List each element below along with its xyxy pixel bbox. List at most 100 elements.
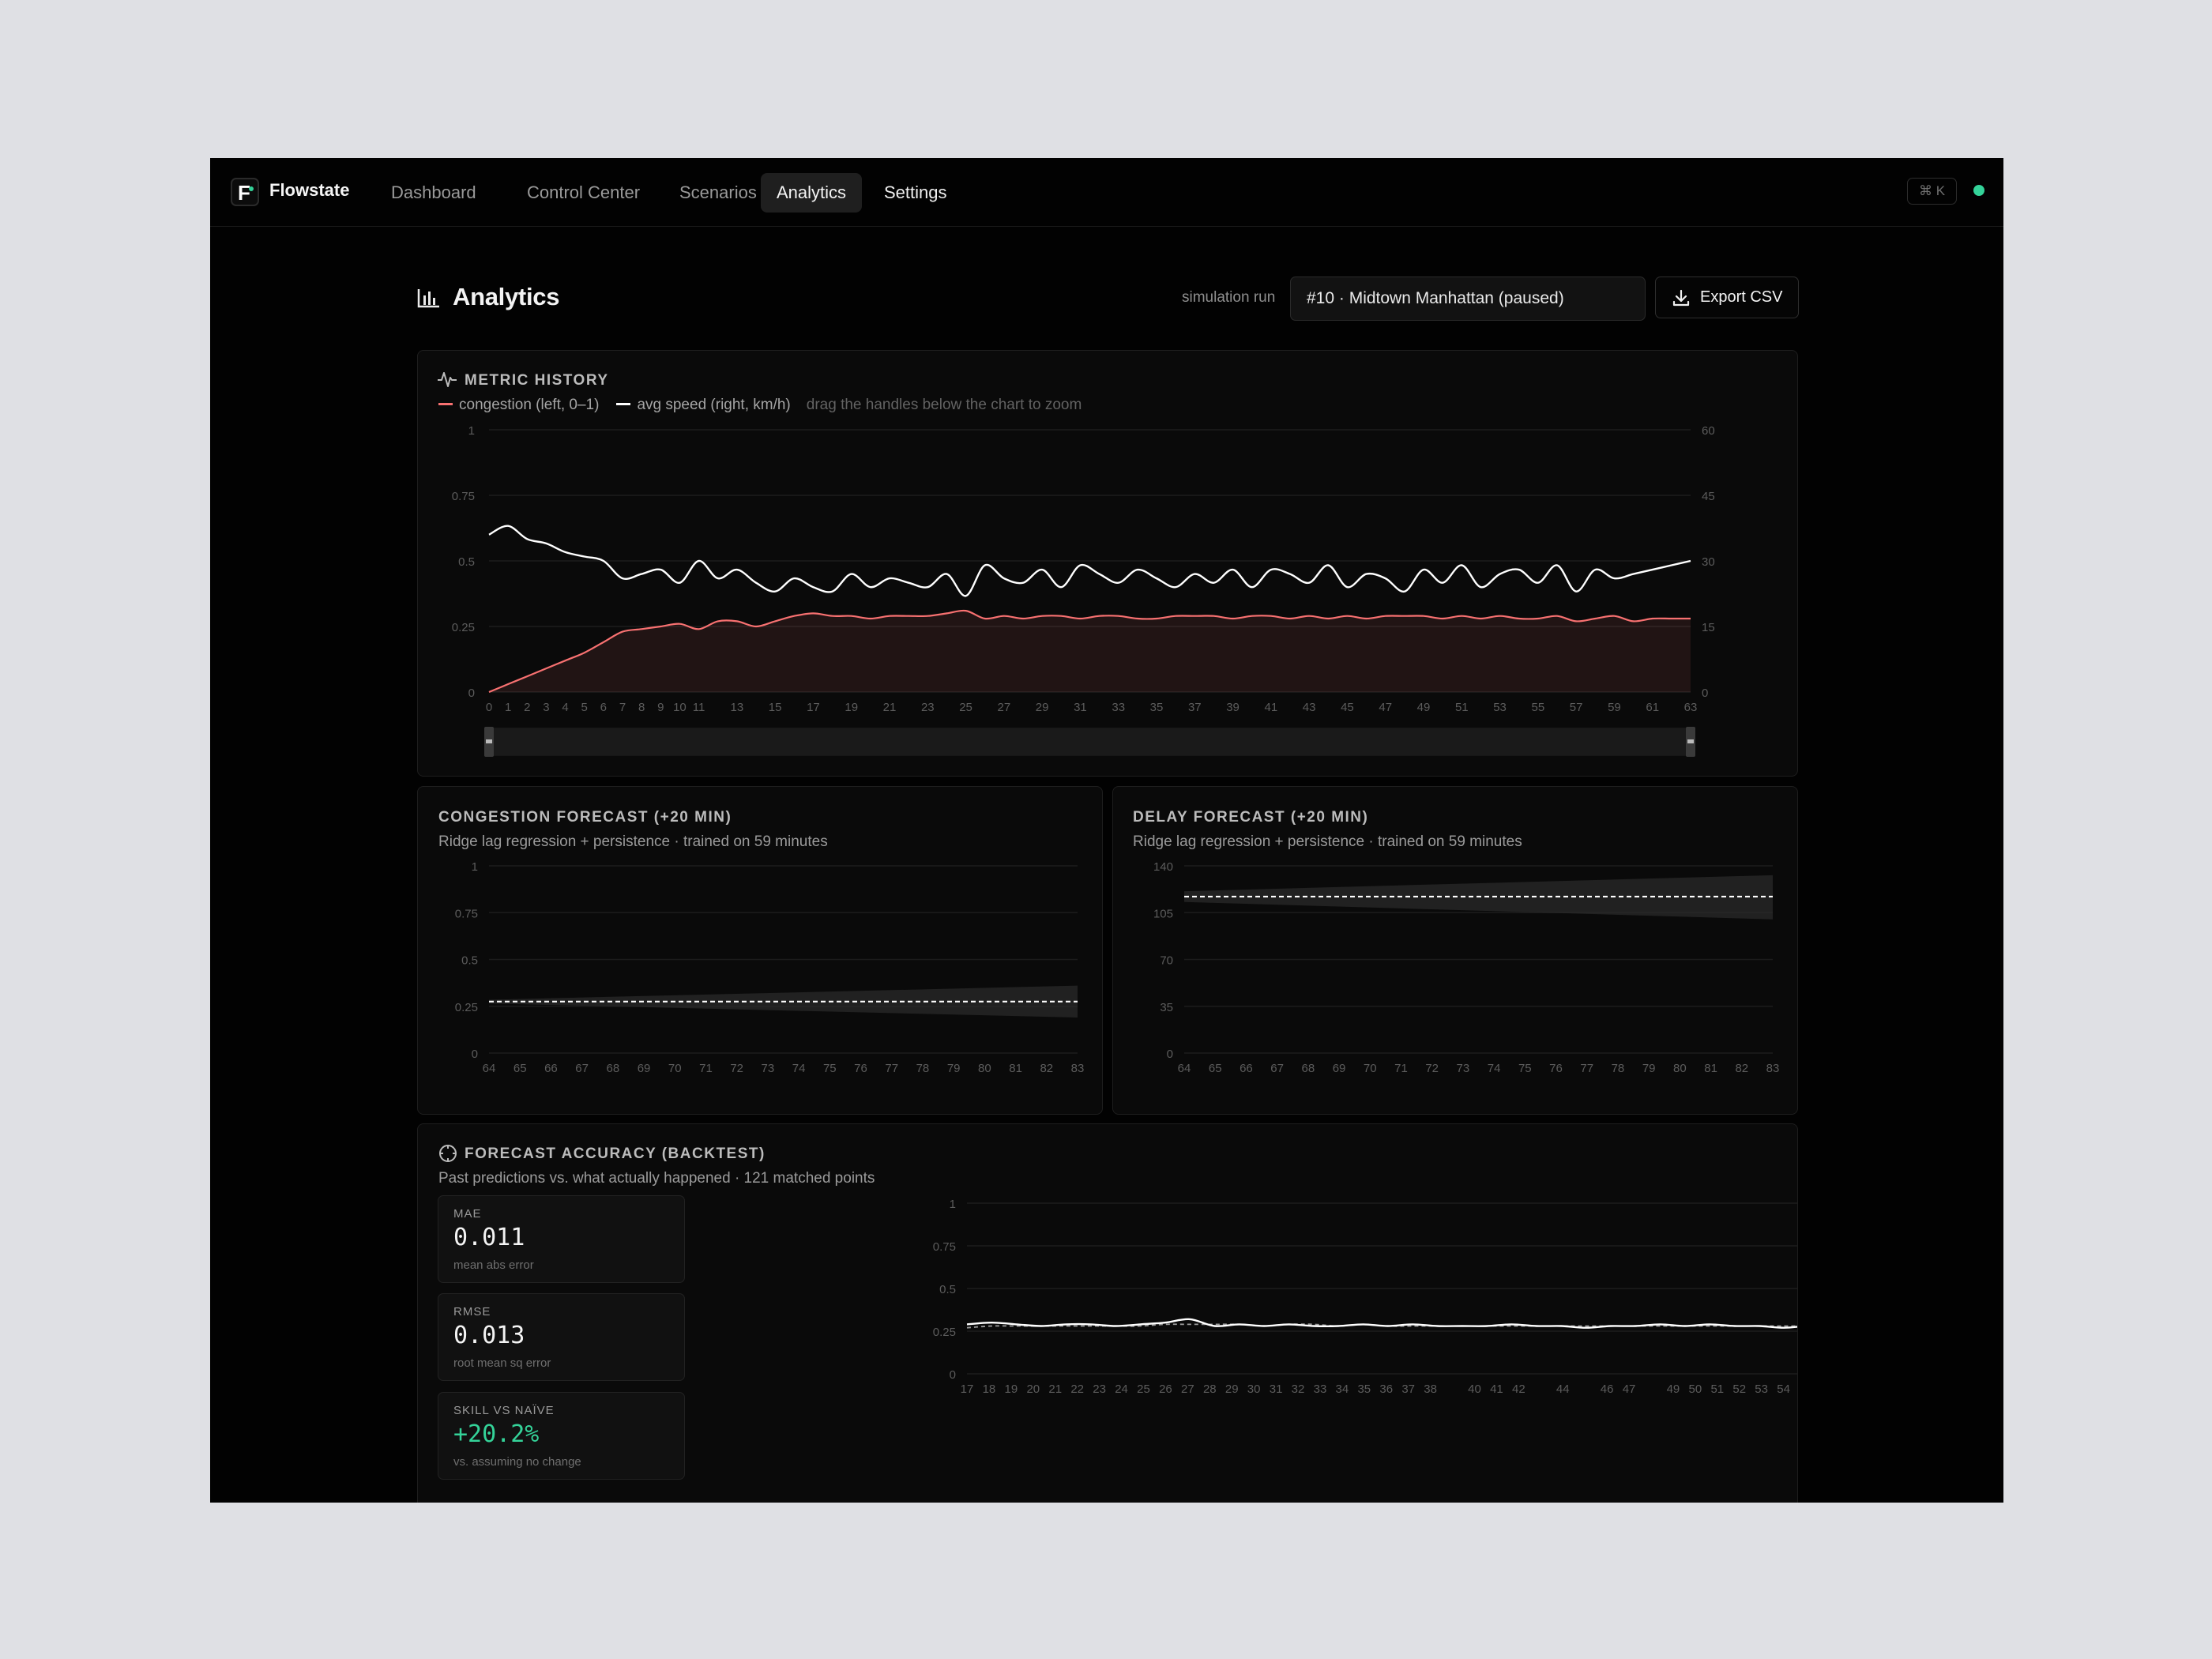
y-tick-label: 0 bbox=[1167, 1048, 1173, 1061]
x-tick-label: 77 bbox=[1580, 1062, 1593, 1075]
x-tick-label: 46 bbox=[1601, 1382, 1614, 1396]
x-tick-label: 72 bbox=[730, 1062, 743, 1075]
x-tick-label: 37 bbox=[1401, 1382, 1415, 1396]
congestion-forecast-chart: 0 0.25 0.5 0.75 1 64 65 66 67 68 69 70 71 72 73 74 75 76 7… bbox=[455, 860, 1085, 1075]
x-tick-label: 4 bbox=[562, 701, 568, 714]
x-tick-label: 81 bbox=[1009, 1062, 1022, 1075]
congestion-area bbox=[489, 610, 1691, 692]
x-tick-label: 37 bbox=[1188, 701, 1202, 714]
x-tick-label: 23 bbox=[1093, 1382, 1106, 1396]
x-tick-label: 82 bbox=[1735, 1062, 1748, 1075]
x-tick-label: 59 bbox=[1608, 701, 1621, 714]
x-tick-label: 50 bbox=[1689, 1382, 1702, 1396]
x-tick-label: 64 bbox=[1178, 1062, 1191, 1075]
zoom-handle-grip bbox=[486, 739, 492, 743]
y-tick-label: 1 bbox=[950, 1198, 956, 1211]
zoom-handle-grip bbox=[1687, 739, 1694, 743]
x-tick-label: 35 bbox=[1357, 1382, 1371, 1396]
x-tick-label: 17 bbox=[961, 1382, 974, 1396]
x-tick-label: 51 bbox=[1710, 1382, 1724, 1396]
x-tick-label: 27 bbox=[1181, 1382, 1194, 1396]
x-tick-label: 26 bbox=[1159, 1382, 1172, 1396]
x-tick-label: 28 bbox=[1203, 1382, 1217, 1396]
x-tick-label: 71 bbox=[699, 1062, 713, 1075]
x-tick-label: 53 bbox=[1493, 701, 1507, 714]
x-tick-label: 77 bbox=[885, 1062, 898, 1075]
x-tick-label: 21 bbox=[883, 701, 897, 714]
x-tick-label: 75 bbox=[823, 1062, 837, 1075]
y-tick-label: 0 bbox=[950, 1368, 956, 1382]
nav-tab-control-center[interactable]: Control Center bbox=[511, 173, 656, 213]
x-tick-label: 64 bbox=[483, 1062, 496, 1075]
y-tick-label-right: 30 bbox=[1702, 555, 1715, 569]
x-tick-label: 9 bbox=[657, 701, 664, 714]
congestion-forecast-card: CONGESTION FORECAST (+20 MIN) Ridge lag … bbox=[417, 786, 1103, 1115]
x-tick-label: 75 bbox=[1518, 1062, 1532, 1075]
backtest-chart: 0 0.25 0.5 0.75 1 17 18 19 20 21 22 23 24 25 26 27 28 29 3… bbox=[933, 1198, 1797, 1396]
brand-name[interactable]: Flowstate bbox=[269, 180, 349, 201]
y-tick-label: 0.25 bbox=[933, 1326, 956, 1339]
x-tick-label: 5 bbox=[581, 701, 588, 714]
bar-chart-icon bbox=[417, 289, 439, 308]
nav-tab-analytics[interactable]: Analytics bbox=[761, 173, 863, 213]
x-tick-label: 33 bbox=[1314, 1382, 1327, 1396]
x-tick-label: 63 bbox=[1684, 701, 1698, 714]
x-tick-label: 79 bbox=[947, 1062, 961, 1075]
y-tick-label-right: 60 bbox=[1702, 424, 1715, 438]
nav-tab-scenarios[interactable]: Scenarios bbox=[664, 173, 773, 213]
x-tick-label: 70 bbox=[1364, 1062, 1377, 1075]
forecast-accuracy-card: FORECAST ACCURACY (BACKTEST) Past predic… bbox=[417, 1123, 1798, 1503]
x-tick-label: 41 bbox=[1265, 701, 1278, 714]
y-tick-label-left: 0.25 bbox=[452, 621, 475, 634]
x-tick-label: 1 bbox=[505, 701, 511, 714]
y-tick-label: 0.5 bbox=[939, 1283, 956, 1296]
x-tick-label: 68 bbox=[1301, 1062, 1315, 1075]
export-csv-button[interactable]: Export CSV bbox=[1655, 276, 1799, 318]
x-tick-label: 44 bbox=[1556, 1382, 1570, 1396]
x-tick-label: 31 bbox=[1270, 1382, 1283, 1396]
x-tick-label: 25 bbox=[1137, 1382, 1150, 1396]
y-tick-label: 0.25 bbox=[455, 1001, 478, 1014]
export-csv-label: Export CSV bbox=[1700, 288, 1783, 306]
x-tick-label: 43 bbox=[1303, 701, 1316, 714]
x-tick-label: 18 bbox=[983, 1382, 996, 1396]
nav-tab-dashboard[interactable]: Dashboard bbox=[375, 173, 492, 213]
x-tick-label: 54 bbox=[1777, 1382, 1790, 1396]
page-title: Analytics bbox=[453, 283, 560, 310]
x-tick-label: 66 bbox=[1240, 1062, 1253, 1075]
command-palette-shortcut[interactable]: ⌘ K bbox=[1907, 178, 1957, 205]
logo-icon[interactable]: F bbox=[231, 178, 259, 206]
x-tick-label: 34 bbox=[1336, 1382, 1349, 1396]
x-tick-label: 35 bbox=[1150, 701, 1164, 714]
x-tick-label: 20 bbox=[1026, 1382, 1040, 1396]
download-icon bbox=[1672, 289, 1690, 307]
zoom-selection bbox=[489, 728, 1691, 755]
x-tick-label: 73 bbox=[1457, 1062, 1470, 1075]
y-tick-label: 1 bbox=[472, 860, 478, 874]
x-tick-label: 40 bbox=[1468, 1382, 1481, 1396]
x-tick-label: 51 bbox=[1455, 701, 1469, 714]
simulation-run-select[interactable]: #10 · Midtown Manhattan (paused) bbox=[1290, 276, 1646, 321]
metric-history-card: METRIC HISTORY congestion (left, 0–1) avg… bbox=[417, 350, 1798, 777]
delay-forecast-chart: 0 35 70 105 140 64 65 66 67 68 69 70 71 72 73 74 75 76 77 7… bbox=[1153, 860, 1780, 1075]
x-tick-label: 25 bbox=[959, 701, 972, 714]
x-tick-label: 67 bbox=[1270, 1062, 1284, 1075]
y-tick-label: 0.75 bbox=[455, 907, 478, 920]
x-tick-label: 83 bbox=[1766, 1062, 1780, 1075]
x-tick-label: 2 bbox=[524, 701, 530, 714]
y-tick-label: 0.75 bbox=[933, 1240, 956, 1254]
app-window: F Flowstate Dashboard Control Center Sce… bbox=[210, 158, 2003, 1503]
metric-history-chart[interactable]: 00.250.50.7510153045600 1 2 3 4 5 6 7 8 9 10 11 13 15… bbox=[418, 351, 1798, 777]
x-tick-label: 71 bbox=[1394, 1062, 1408, 1075]
x-tick-label: 55 bbox=[1532, 701, 1545, 714]
x-tick-label: 42 bbox=[1512, 1382, 1525, 1396]
x-tick-label: 82 bbox=[1040, 1062, 1053, 1075]
simulation-run-label: simulation run bbox=[1182, 289, 1276, 306]
x-tick-label: 21 bbox=[1048, 1382, 1062, 1396]
x-tick-label: 83 bbox=[1071, 1062, 1085, 1075]
x-tick-label: 24 bbox=[1115, 1382, 1128, 1396]
x-tick-label: 70 bbox=[668, 1062, 682, 1075]
x-tick-label: 19 bbox=[1005, 1382, 1018, 1396]
nav-tab-settings[interactable]: Settings bbox=[868, 173, 963, 213]
x-tick-label: 66 bbox=[544, 1062, 558, 1075]
